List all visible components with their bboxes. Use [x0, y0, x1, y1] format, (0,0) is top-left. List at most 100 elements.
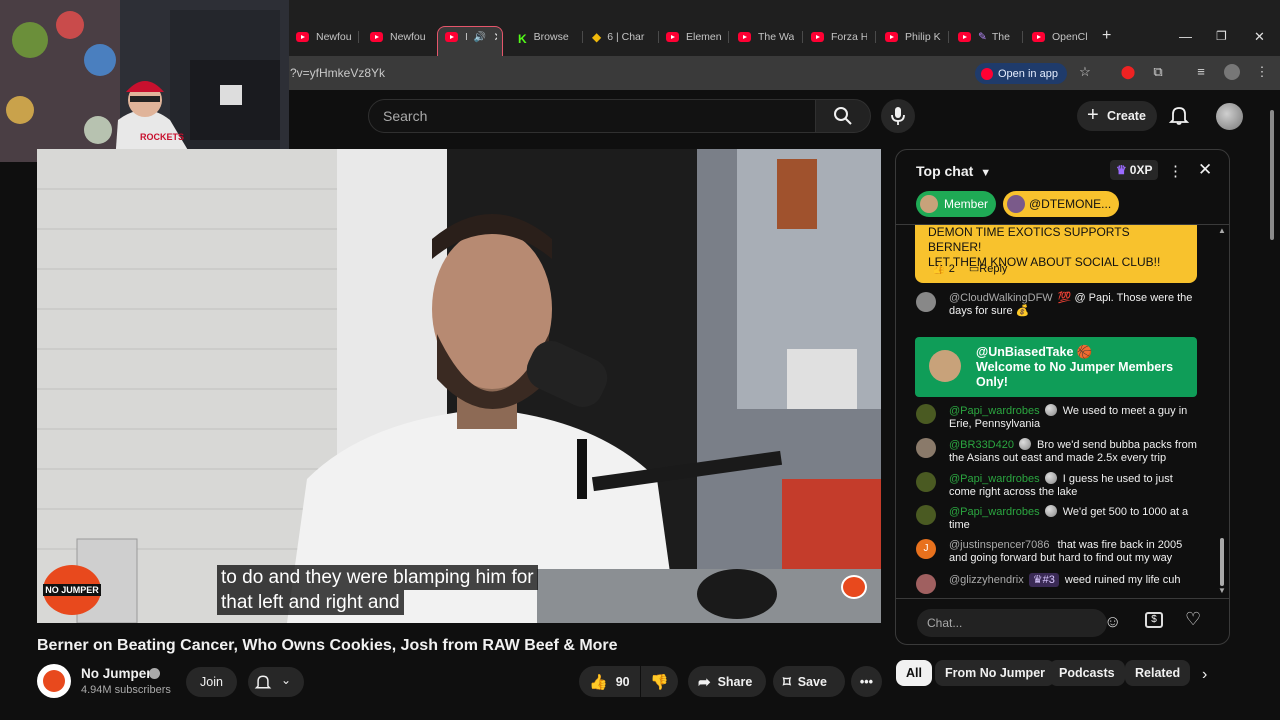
extension-red-icon[interactable]: ⬤	[1120, 64, 1136, 80]
youtube-icon	[981, 67, 993, 80]
thumbs-up-icon: 👍	[932, 263, 946, 275]
pinned-message: DEMON TIME EXOTICS SUPPORTS BERNER! LET …	[915, 225, 1197, 283]
tab-3-active[interactable]: I 🔊 ✕	[445, 27, 497, 47]
speaker-icon[interactable]: 🔊	[474, 32, 486, 43]
chip-podcasts[interactable]: Podcasts	[1049, 660, 1125, 686]
close-chat-icon[interactable]: ✕	[1198, 160, 1212, 180]
verified-icon	[149, 668, 160, 679]
tab-separator	[875, 31, 876, 43]
chat-avatar: J	[916, 539, 936, 559]
pen-icon: ✎	[978, 31, 987, 43]
tab-4[interactable]: K Browse	[518, 27, 588, 47]
chat-message: @BR33D420 Bro we'd send bubba packs from…	[916, 438, 1201, 465]
close-tab-icon[interactable]: ✕	[493, 30, 497, 44]
member-chip[interactable]: Member	[916, 191, 996, 217]
join-button[interactable]: Join	[186, 667, 237, 697]
crown-icon: ♛	[1116, 163, 1127, 177]
more-horizontal-icon: •••	[859, 674, 874, 689]
tab-10[interactable]: ✎ The	[958, 27, 1014, 47]
video-frame	[37, 149, 881, 623]
heart-icon[interactable]: ♡	[1185, 609, 1201, 630]
profile-icon[interactable]	[1224, 64, 1240, 80]
chat-input[interactable]: Chat...	[917, 609, 1107, 637]
pinned-like-button[interactable]: 👍 2	[932, 262, 955, 277]
tab-separator	[728, 31, 729, 43]
account-avatar[interactable]	[1216, 103, 1243, 130]
microphone-icon	[891, 107, 905, 125]
chat-avatar	[916, 292, 936, 312]
youtube-icon	[666, 32, 679, 42]
scroll-down-icon[interactable]: ▼	[1218, 586, 1226, 595]
member-badge-icon	[1044, 505, 1057, 517]
tab-11[interactable]: OpenCl	[1032, 27, 1088, 47]
channel-avatar[interactable]	[37, 664, 71, 698]
pinned-reply-button[interactable]: ▭Reply	[969, 262, 1008, 277]
video-player[interactable]: NO JUMPER	[37, 149, 881, 623]
chip-from-no-jumper[interactable]: From No Jumper	[935, 660, 1056, 686]
youtube-icon	[811, 32, 824, 42]
chip-all[interactable]: All	[896, 660, 932, 686]
bookmark-icon: ⌑	[783, 673, 791, 691]
tab-5[interactable]: ◆ 6 | Char	[592, 27, 656, 47]
subscribe-notifications-button[interactable]: ⌄	[248, 667, 304, 697]
chip-related[interactable]: Related	[1125, 660, 1191, 686]
page-scrollbar[interactable]	[1270, 110, 1274, 240]
share-button[interactable]: ➦ Share	[688, 666, 766, 697]
chat-avatar	[929, 350, 961, 382]
voice-search-button[interactable]	[881, 99, 915, 133]
tab-separator	[802, 31, 803, 43]
thumbs-up-icon: 👍	[589, 673, 608, 691]
search-button[interactable]	[815, 99, 871, 133]
video-caption: to do and they were blamping him for tha…	[217, 565, 538, 615]
tab-separator	[658, 31, 659, 43]
dtemone-chip[interactable]: @DTEMONE...	[1003, 191, 1119, 217]
youtube-icon	[958, 32, 971, 42]
new-tab-button[interactable]: +	[1102, 27, 1111, 45]
chat-avatar	[916, 472, 936, 492]
super-chat-icon[interactable]: $	[1145, 612, 1163, 628]
emoji-icon[interactable]: ☺	[1104, 612, 1121, 632]
tab-6[interactable]: Elemen	[666, 27, 722, 47]
dislike-button[interactable]: 👎	[641, 666, 678, 697]
scroll-up-icon[interactable]: ▲	[1218, 226, 1226, 235]
chat-scroll-thumb[interactable]	[1220, 538, 1224, 586]
xp-badge[interactable]: ♛ 0XP	[1110, 160, 1159, 180]
close-window-button[interactable]: ✕	[1254, 29, 1265, 45]
channel-name[interactable]: No Jumper	[81, 666, 152, 681]
chat-avatar	[916, 438, 936, 458]
chat-message: @Papi_wardrobes I guess he used to just …	[916, 472, 1201, 499]
chat-avatar	[916, 574, 936, 594]
tab-separator	[948, 31, 949, 43]
like-button[interactable]: 👍 90	[579, 666, 640, 697]
chevron-right-icon[interactable]: ›	[1202, 666, 1207, 684]
search-icon	[834, 107, 852, 125]
chat-avatar	[916, 404, 936, 424]
subscriber-count: 4.94M subscribers	[81, 684, 171, 696]
notifications-button[interactable]	[1168, 104, 1192, 128]
restore-button[interactable]: ❐	[1216, 29, 1227, 43]
browser-menu-icon[interactable]: ⋮	[1254, 64, 1270, 80]
tab-8[interactable]: Forza H	[811, 27, 867, 47]
address-bar-url[interactable]: ?v=yfHmkeVz8Yk	[290, 66, 385, 80]
open-in-app-button[interactable]: Open in app	[975, 63, 1067, 84]
kick-icon: K	[518, 32, 527, 46]
chevron-down-icon: ▼	[980, 167, 992, 179]
extensions-puzzle-icon[interactable]: ⧉	[1150, 64, 1166, 80]
svg-text:ROCKETS: ROCKETS	[140, 132, 184, 142]
save-button[interactable]: ⌑ Save	[773, 666, 845, 697]
media-control-icon[interactable]: ≡	[1193, 64, 1209, 80]
tab-9[interactable]: Philip K	[885, 27, 941, 47]
more-actions-button[interactable]: •••	[851, 666, 882, 697]
search-input[interactable]: Search	[368, 99, 816, 133]
webcam-overlay: ROCKETS	[0, 0, 289, 162]
no-jumper-logo-icon	[43, 670, 65, 692]
tab-7[interactable]: The Wa	[738, 27, 794, 47]
tab-1[interactable]: Newfou	[296, 27, 356, 47]
live-chat-panel: Top chat ▼ ♛ 0XP ⋮ ✕ Member @DTEMONE... …	[895, 149, 1230, 645]
bookmark-star-icon[interactable]: ☆	[1077, 64, 1093, 80]
minimize-button[interactable]: —	[1179, 29, 1192, 44]
chat-mode-dropdown[interactable]: Top chat ▼	[916, 163, 991, 179]
chat-more-icon[interactable]: ⋮	[1168, 162, 1183, 180]
tab-2[interactable]: Newfou	[370, 27, 430, 47]
create-button[interactable]: + Create	[1077, 101, 1157, 131]
